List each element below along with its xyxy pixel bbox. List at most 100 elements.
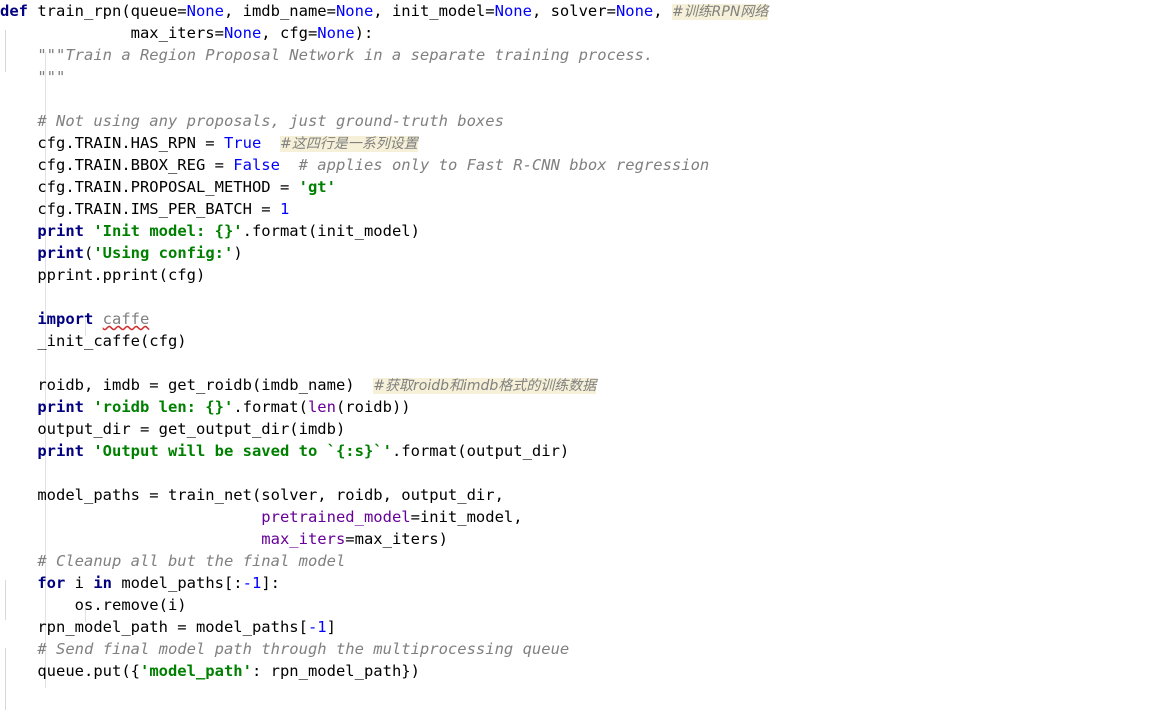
code-line[interactable]: os.remove(i): [0, 594, 1156, 616]
code-token: ,: [653, 2, 672, 20]
code-token: : rpn_model_path}): [251, 662, 420, 680]
code-token: # Cleanup all but the final model: [0, 552, 346, 570]
code-token: print: [0, 398, 94, 416]
code-token: (roidb)): [335, 398, 411, 416]
code-token: =init_model,: [410, 508, 523, 526]
code-token: 1: [279, 200, 290, 218]
code-token: roidb, imdb = get_roidb(imdb_name): [0, 376, 355, 394]
code-token: ]:: [261, 574, 280, 592]
code-line[interactable]: queue.put({'model_path': rpn_model_path}…: [0, 660, 1156, 682]
code-line[interactable]: [0, 352, 1156, 374]
code-token: 'gt': [298, 178, 336, 196]
code-token: , imdb_name=: [223, 2, 336, 20]
code-token: in: [93, 574, 122, 592]
code-token: print: [0, 442, 94, 460]
code-token: """Train a Region Proposal Network in a …: [0, 46, 654, 64]
code-token: 'model_path': [139, 662, 252, 680]
code-line[interactable]: # Send final model path through the mult…: [0, 638, 1156, 660]
code-token: None: [494, 2, 532, 20]
code-token: # Send final model path through the mult…: [0, 640, 570, 658]
code-line[interactable]: model_paths = train_net(solver, roidb, o…: [0, 484, 1156, 506]
code-token: def: [0, 2, 38, 20]
code-token: , init_model=: [373, 2, 495, 20]
code-line[interactable]: cfg.TRAIN.HAS_RPN = True #这四行是一系列设置: [0, 132, 1156, 154]
code-line[interactable]: def train_rpn(queue=None, imdb_name=None…: [0, 0, 1156, 22]
code-line[interactable]: cfg.TRAIN.PROPOSAL_METHOD = 'gt': [0, 176, 1156, 198]
code-token: 'Using config:': [93, 244, 234, 262]
code-line[interactable]: [0, 286, 1156, 308]
code-token: False: [233, 156, 280, 174]
code-token: .format(: [233, 398, 308, 416]
code-content[interactable]: def train_rpn(queue=None, imdb_name=None…: [0, 0, 1156, 682]
code-token: True: [223, 134, 262, 152]
code-token: pprint.pprint(cfg): [0, 266, 206, 284]
code-line[interactable]: rpn_model_path = model_paths[-1]: [0, 616, 1156, 638]
code-line[interactable]: _init_caffe(cfg): [0, 330, 1156, 352]
code-line[interactable]: print 'roidb len: {}'.format(len(roidb)): [0, 396, 1156, 418]
code-token: None: [186, 2, 224, 20]
code-line[interactable]: cfg.TRAIN.BBOX_REG = False # applies onl…: [0, 154, 1156, 176]
code-line[interactable]: output_dir = get_output_dir(imdb): [0, 418, 1156, 440]
code-token: None: [317, 24, 355, 42]
code-token: _init_caffe(cfg): [0, 332, 187, 350]
code-token: print: [0, 244, 84, 262]
code-line[interactable]: cfg.TRAIN.IMS_PER_BATCH = 1: [0, 198, 1156, 220]
code-token: cfg.TRAIN.BBOX_REG =: [0, 156, 234, 174]
code-line[interactable]: # Not using any proposals, just ground-t…: [0, 110, 1156, 132]
code-token: model_paths = train_net(solver, roidb, o…: [0, 486, 504, 504]
code-token: cfg.TRAIN.HAS_RPN =: [0, 134, 224, 152]
code-token: , solver=: [531, 2, 616, 20]
code-line[interactable]: """Train a Region Proposal Network in a …: [0, 44, 1156, 66]
code-line[interactable]: pprint.pprint(cfg): [0, 264, 1156, 286]
code-token: queue.put({: [0, 662, 140, 680]
code-token: # Not using any proposals, just ground-t…: [0, 112, 504, 130]
code-line[interactable]: # Cleanup all but the final model: [0, 550, 1156, 572]
code-line[interactable]: print('Using config:'): [0, 242, 1156, 264]
code-token: 'Init model: {}': [93, 222, 243, 240]
code-token: caffe: [102, 310, 150, 328]
code-token: i: [74, 574, 94, 592]
code-token: ]: [326, 618, 336, 636]
code-token: .format(output_dir): [391, 442, 570, 460]
code-line[interactable]: [0, 88, 1156, 110]
code-line[interactable]: [0, 462, 1156, 484]
annotation-comment: #获取roidb和imdb格式的训练数据: [373, 378, 597, 394]
code-token: print: [0, 222, 94, 240]
code-token: max_iters=: [0, 24, 224, 42]
code-line[interactable]: roidb, imdb = get_roidb(imdb_name) #获取ro…: [0, 374, 1156, 396]
code-line[interactable]: """: [0, 66, 1156, 88]
code-line[interactable]: for i in model_paths[:-1]:: [0, 572, 1156, 594]
code-token: cfg.TRAIN.PROPOSAL_METHOD =: [0, 178, 299, 196]
code-token: """: [0, 68, 66, 86]
code-token: None: [335, 2, 374, 20]
code-token: , cfg=: [261, 24, 318, 42]
code-token: 'Output will be saved to `{:s}`': [93, 442, 392, 460]
code-token: cfg.TRAIN.IMS_PER_BATCH =: [0, 200, 280, 218]
code-token: train_rpn(queue=: [37, 2, 187, 20]
code-token: max_iters: [261, 530, 346, 548]
code-token: -1: [307, 618, 327, 636]
code-token: .format(init_model): [242, 222, 420, 240]
code-token: pretrained_model: [261, 508, 411, 526]
code-line[interactable]: import caffe: [0, 308, 1156, 330]
code-line[interactable]: print 'Output will be saved to `{:s}`'.f…: [0, 440, 1156, 462]
code-token: import: [0, 310, 103, 328]
code-line[interactable]: max_iters=max_iters): [0, 528, 1156, 550]
code-editor-pane[interactable]: def train_rpn(queue=None, imdb_name=None…: [0, 0, 1156, 710]
code-line[interactable]: max_iters=None, cfg=None):: [0, 22, 1156, 44]
code-token: (: [84, 244, 94, 262]
code-token: 'roidb len: {}': [93, 398, 234, 416]
code-token: len: [307, 398, 336, 416]
code-line[interactable]: pretrained_model=init_model,: [0, 506, 1156, 528]
annotation-comment: #这四行是一系列设置: [279, 136, 418, 152]
code-line[interactable]: print 'Init model: {}'.format(init_model…: [0, 220, 1156, 242]
annotation-comment: #训练RPN网络: [671, 4, 769, 20]
code-token: =max_iters): [345, 530, 448, 548]
code-token: None: [615, 2, 654, 20]
code-token: rpn_model_path = model_paths[: [0, 618, 308, 636]
